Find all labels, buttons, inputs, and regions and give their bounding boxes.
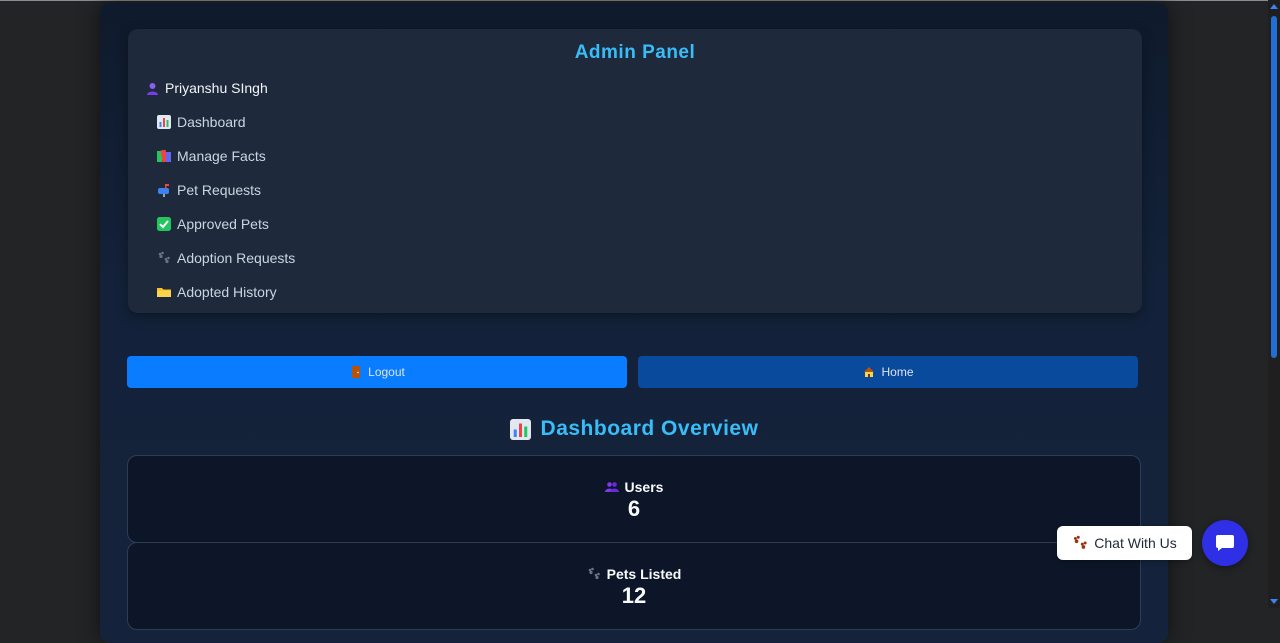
panel-title: Admin Panel [574, 42, 696, 63]
paw-prints-icon [1072, 535, 1088, 551]
pets-listed-stat-card: Pets Listed 12 [127, 542, 1141, 630]
window-top-border [0, 0, 1280, 1]
stat-label-row: Pets Listed [128, 566, 1140, 582]
stat-value: 12 [621, 583, 647, 608]
chat-with-us-button[interactable]: Chat With Us [1057, 526, 1192, 560]
home-button[interactable]: Home [638, 356, 1138, 388]
nav-item-adoption-requests[interactable]: Adoption Requests [157, 241, 295, 275]
admin-sidebar-panel: Admin Panel Priyanshu SIngh Dashboard Ma… [128, 29, 1142, 313]
stat-value: 6 [627, 496, 641, 521]
chat-bubble-icon [1215, 533, 1235, 553]
logout-label: Logout [368, 365, 405, 379]
folder-icon [157, 285, 171, 299]
nav-item-dashboard[interactable]: Dashboard [157, 105, 295, 139]
nav-item-pet-requests[interactable]: Pet Requests [157, 173, 295, 207]
nav-item-label: Approved Pets [177, 216, 269, 232]
nav-item-label: Adoption Requests [177, 250, 296, 266]
nav-item-label: Adopted History [177, 284, 277, 300]
house-icon [862, 365, 876, 379]
nav-item-label: Pet Requests [177, 182, 262, 198]
stat-label-row: Users [128, 479, 1140, 495]
paw-prints-icon [157, 251, 171, 265]
overview-title: Dashboard Overview [540, 417, 759, 440]
logout-button[interactable]: Logout [127, 356, 627, 388]
user-name: Priyanshu SIngh [165, 80, 268, 96]
scroll-up-arrow-icon[interactable] [1270, 4, 1278, 9]
door-icon [349, 365, 363, 379]
check-mark-icon [157, 217, 171, 231]
overview-heading: Dashboard Overview [100, 417, 1168, 441]
user-silhouette-icon [145, 81, 159, 95]
nav-item-manage-facts[interactable]: Manage Facts [157, 139, 295, 173]
nav-item-label: Dashboard [177, 114, 246, 130]
page-scrollbar[interactable] [1268, 0, 1280, 608]
users-stat-card: Users 6 [127, 455, 1141, 543]
nav-item-approved-pets[interactable]: Approved Pets [157, 207, 295, 241]
stat-label: Users [624, 479, 664, 495]
nav-item-adopted-history[interactable]: Adopted History [157, 275, 295, 309]
books-icon [157, 149, 171, 163]
paw-prints-icon [587, 567, 601, 581]
user-profile: Priyanshu SIngh [145, 80, 268, 96]
admin-nav: Dashboard Manage Facts Pet Requests Appr… [157, 105, 295, 309]
bar-chart-icon [509, 418, 531, 440]
bar-chart-icon [157, 115, 171, 129]
users-icon [604, 480, 619, 494]
scroll-down-arrow-icon[interactable] [1270, 599, 1278, 604]
chat-launcher-button[interactable] [1202, 520, 1248, 566]
chat-label: Chat With Us [1094, 535, 1177, 551]
scrollbar-thumb[interactable] [1271, 16, 1277, 358]
mailbox-icon [157, 183, 171, 197]
admin-container: Admin Panel Priyanshu SIngh Dashboard Ma… [100, 3, 1168, 643]
home-label: Home [881, 365, 914, 379]
nav-item-label: Manage Facts [177, 148, 266, 164]
stat-label: Pets Listed [606, 566, 682, 582]
